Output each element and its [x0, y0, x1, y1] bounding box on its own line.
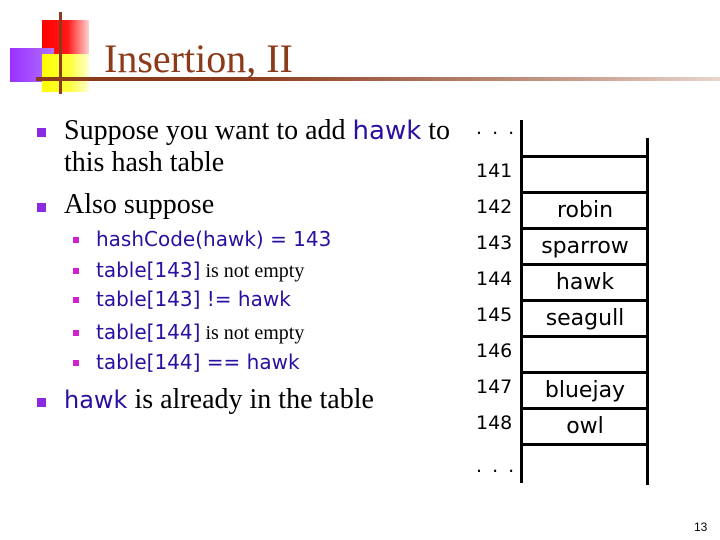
table-cell: seagull [545, 306, 625, 331]
table-row-divider [520, 263, 649, 266]
table-index: 144 [476, 268, 513, 290]
page-number: 13 [694, 520, 708, 534]
bullet-also-suppose: Also suppose [64, 189, 215, 220]
code-hawk: hawk [64, 386, 128, 414]
bullet-already-in-table: hawk is already in the table [64, 384, 374, 416]
table-bottom-ellipsis: . . . [476, 455, 517, 477]
sub-bullet-144-is-hawk: table[144] == hawk [96, 349, 300, 376]
table-index: 141 [476, 160, 513, 182]
sub-bullet-144-not-empty: table[144] is not empty [96, 319, 304, 346]
vertical-rule-decoration [59, 12, 62, 94]
table-index: 143 [476, 232, 513, 254]
table-cell: sparrow [541, 234, 629, 259]
sub-bullet-icon [73, 237, 79, 243]
sub-bullet-text: is not empty [200, 260, 305, 282]
slide-title: Insertion, II [104, 36, 293, 81]
slide-logo-decoration [0, 0, 110, 100]
sub-bullet-icon [73, 330, 79, 336]
table-index: 148 [476, 412, 513, 434]
sub-bullet-143-not-empty: table[143] is not empty [96, 257, 304, 284]
table-row-divider [520, 443, 649, 446]
code-text: table[143] != hawk [96, 287, 291, 311]
code-text: table[144] [96, 320, 201, 344]
table-cell: bluejay [544, 378, 626, 403]
sub-bullet-143-not-hawk: table[143] != hawk [96, 286, 291, 313]
table-row-divider [520, 335, 649, 338]
table-row-divider [520, 227, 649, 230]
table-top-ellipsis: . . . [476, 117, 517, 139]
table-index: 145 [476, 304, 513, 326]
code-text: table[144] == hawk [96, 350, 300, 374]
sub-bullet-icon [73, 297, 79, 303]
bullet-suppose-add: Suppose you want to add hawk to [64, 115, 450, 147]
table-row-divider [520, 407, 649, 410]
code-hawk: hawk [352, 116, 422, 146]
table-cell: robin [556, 198, 614, 223]
bullet-text: is already in the table [127, 384, 374, 415]
code-text: hashCode(hawk) = 143 [96, 227, 332, 251]
table-cell: hawk [555, 270, 615, 295]
table-row-divider [520, 299, 649, 302]
sub-bullet-icon [73, 268, 79, 274]
yellow-square-decoration [42, 54, 89, 92]
table-row-divider [520, 155, 649, 158]
table-index: 146 [476, 340, 513, 362]
table-cell: owl [566, 414, 604, 439]
bullet-icon [37, 128, 46, 137]
code-text: table[143] [96, 258, 201, 282]
bullet-text: Suppose you want to add [64, 115, 353, 146]
sub-bullet-text: is not empty [200, 322, 305, 344]
table-row-divider [520, 191, 649, 194]
sub-bullet-hashcode: hashCode(hawk) = 143 [96, 226, 331, 253]
sub-bullet-icon [73, 360, 79, 366]
table-index: 142 [476, 196, 513, 218]
table-row-divider [520, 371, 649, 374]
bullet-icon [37, 203, 46, 212]
bullet-text: to [421, 115, 451, 146]
bullet-icon [37, 398, 46, 407]
table-index: 147 [476, 376, 513, 398]
bullet-suppose-add-line2: this hash table [64, 147, 225, 178]
